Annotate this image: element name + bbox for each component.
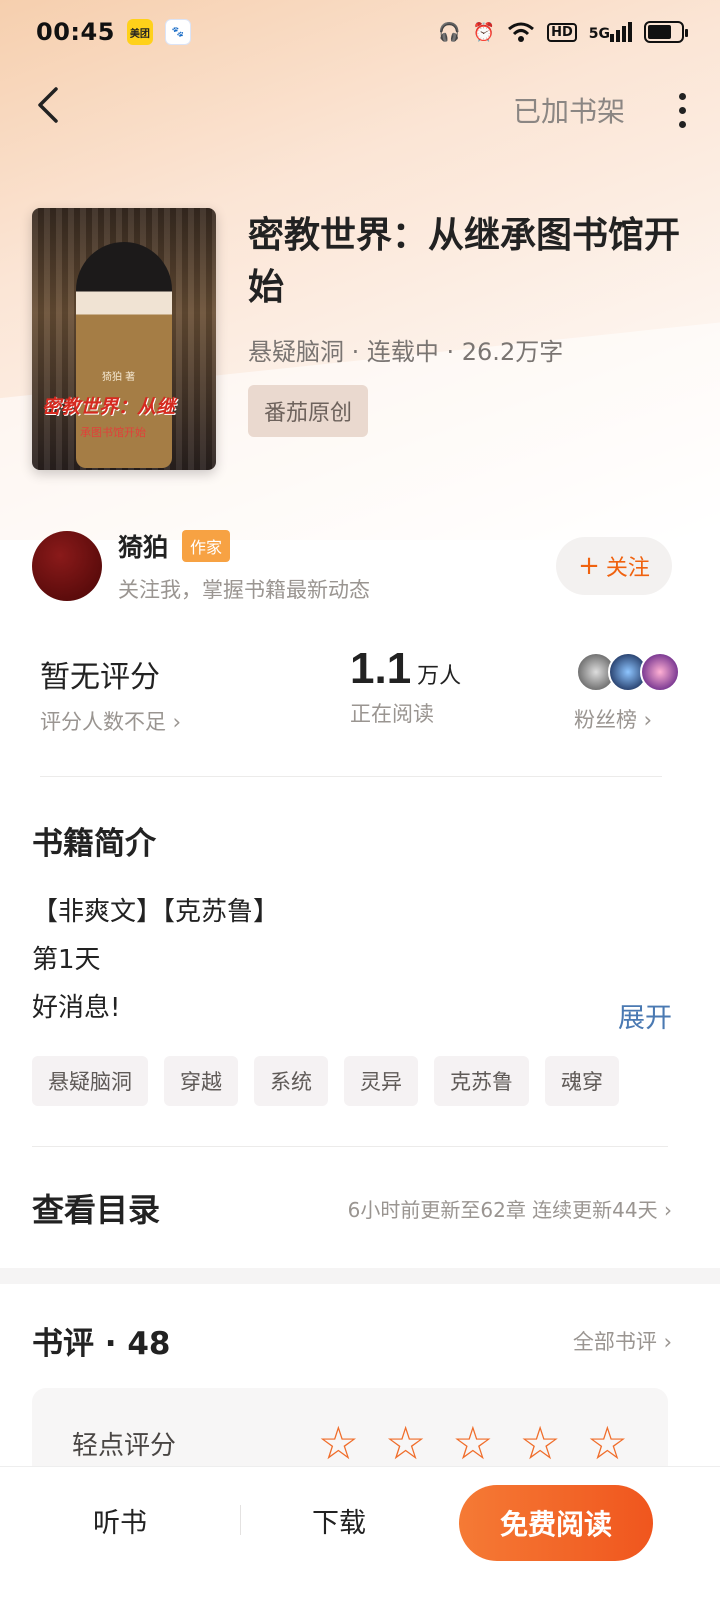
battery-icon (644, 21, 688, 43)
star-icon[interactable]: ☆ (520, 1420, 561, 1466)
book-info: 密教世界：从继承图书馆开始 悬疑脑洞 · 连载中 · 26.2万字 番茄原创 (248, 208, 688, 472)
readers-sub: 正在阅读 (350, 702, 434, 726)
wifi-icon (507, 21, 535, 43)
star-icon[interactable]: ☆ (587, 1420, 628, 1466)
rating-main: 暂无评分 (40, 660, 160, 695)
readers-unit: 万人 (417, 664, 462, 689)
divider (32, 1146, 668, 1147)
origin-tag: 番茄原创 (248, 385, 369, 437)
hd-icon: HD (547, 22, 577, 42)
author-avatar[interactable] (32, 531, 102, 601)
toc-title: 查看目录 (32, 1191, 161, 1229)
star-icon[interactable]: ☆ (452, 1420, 493, 1466)
network-type: 5G (588, 26, 610, 42)
tag-item[interactable]: 魂穿 (545, 1056, 619, 1106)
bottom-action-bar: 听书 下载 免费阅读 (0, 1466, 720, 1612)
follow-button[interactable]: + 关注 (556, 537, 672, 595)
reviews-header: 书评 · 48 全部书评 › (32, 1318, 672, 1363)
tag-item[interactable]: 克苏鲁 (434, 1056, 529, 1106)
book-cover[interactable]: 猗狛 著 密教世界：从继 承图书馆开始 (32, 208, 216, 470)
intro-line: 好消息! (32, 993, 121, 1023)
top-nav: 已加书架 (0, 72, 720, 148)
intro-title: 书籍简介 (32, 826, 156, 862)
section-separator (0, 1268, 720, 1284)
all-reviews-link[interactable]: 全部书评 › (573, 1326, 672, 1356)
reviews-title: 书评 · 48 (32, 1326, 171, 1362)
star-rating: ☆ ☆ ☆ ☆ ☆ (318, 1420, 628, 1466)
tag-list: 悬疑脑洞 穿越 系统 灵异 克苏鲁 魂穿 (32, 1056, 619, 1106)
more-options-icon[interactable] (679, 92, 686, 128)
star-icon[interactable]: ☆ (385, 1420, 426, 1466)
divider (40, 776, 662, 777)
meituan-icon: 美团 (126, 19, 153, 45)
intro-line: 第1天 (32, 945, 101, 975)
rate-label: 轻点评分 (72, 1430, 177, 1461)
follow-label: 关注 (605, 556, 650, 581)
book-meta: 悬疑脑洞 · 连载中 · 26.2万字 (248, 338, 564, 366)
fan-avatars (576, 652, 680, 694)
fans-stat[interactable]: 粉丝榜 › (574, 652, 680, 742)
baidu-icon: 🐾 (164, 19, 191, 45)
rating-stat[interactable]: 暂无评分 评分人数不足 › (40, 652, 350, 742)
author-description: 关注我，掌握书籍最新动态 (118, 578, 370, 602)
alarm-icon: ⏰ (472, 21, 496, 43)
author-name[interactable]: 猗狛 (118, 528, 168, 564)
cover-author: 猗狛 著 (102, 372, 136, 383)
watermark: @密教模 (647, 1538, 708, 1556)
free-read-button[interactable]: 免费阅读 (459, 1485, 653, 1561)
table-of-contents-row[interactable]: 查看目录 6小时前更新至62章 连续更新44天 › (32, 1178, 672, 1238)
tag-item[interactable]: 系统 (254, 1056, 328, 1106)
plus-icon: + (578, 551, 600, 581)
expand-link[interactable]: 展开 (618, 996, 672, 1035)
cover-subtitle: 承图书馆开始 (80, 426, 146, 439)
status-time: 00:45 (36, 18, 115, 46)
listen-button[interactable]: 听书 (0, 1485, 240, 1555)
back-arrow-icon[interactable] (34, 85, 74, 135)
status-icons: 🎧 ⏰ HD 5G (438, 21, 688, 43)
added-to-shelf-button[interactable]: 已加书架 (513, 90, 625, 130)
cover-title: 密教世界：从继 (42, 396, 176, 418)
author-row: 猗狛 作家 关注我，掌握书籍最新动态 + 关注 (32, 530, 672, 602)
tag-item[interactable]: 灵异 (344, 1056, 418, 1106)
book-title: 密教世界：从继承图书馆开始 (248, 215, 681, 308)
signal-icon: 5G (589, 22, 632, 42)
readers-value: 1.1 (350, 644, 412, 693)
author-badge: 作家 (182, 530, 231, 562)
book-header: 猗狛 著 密教世界：从继 承图书馆开始 密教世界：从继承图书馆开始 悬疑脑洞 ·… (32, 208, 688, 472)
stats-row: 暂无评分 评分人数不足 › 1.1 万人 正在阅读 粉丝榜 › (40, 644, 680, 742)
headphones-icon: 🎧 (438, 21, 461, 43)
status-bar: 00:45 美团 🐾 🎧 ⏰ HD 5G (0, 0, 720, 64)
download-button[interactable]: 下载 (241, 1485, 437, 1555)
tag-item[interactable]: 悬疑脑洞 (32, 1056, 148, 1106)
author-text: 猗狛 作家 关注我，掌握书籍最新动态 (118, 528, 370, 604)
toc-update-info: 6小时前更新至62章 连续更新44天 › (347, 1197, 672, 1222)
intro-body[interactable]: 【非爽文】【克苏鲁】 第1天 好消息! (32, 888, 692, 1032)
star-icon[interactable]: ☆ (318, 1420, 359, 1466)
readers-stat: 1.1 万人 正在阅读 (350, 644, 560, 742)
fans-sub: 粉丝榜 › (574, 708, 653, 732)
intro-line: 【非爽文】【克苏鲁】 (32, 897, 280, 927)
rating-sub: 评分人数不足 › (40, 710, 182, 734)
tag-item[interactable]: 穿越 (164, 1056, 238, 1106)
fan-avatar (640, 652, 680, 692)
